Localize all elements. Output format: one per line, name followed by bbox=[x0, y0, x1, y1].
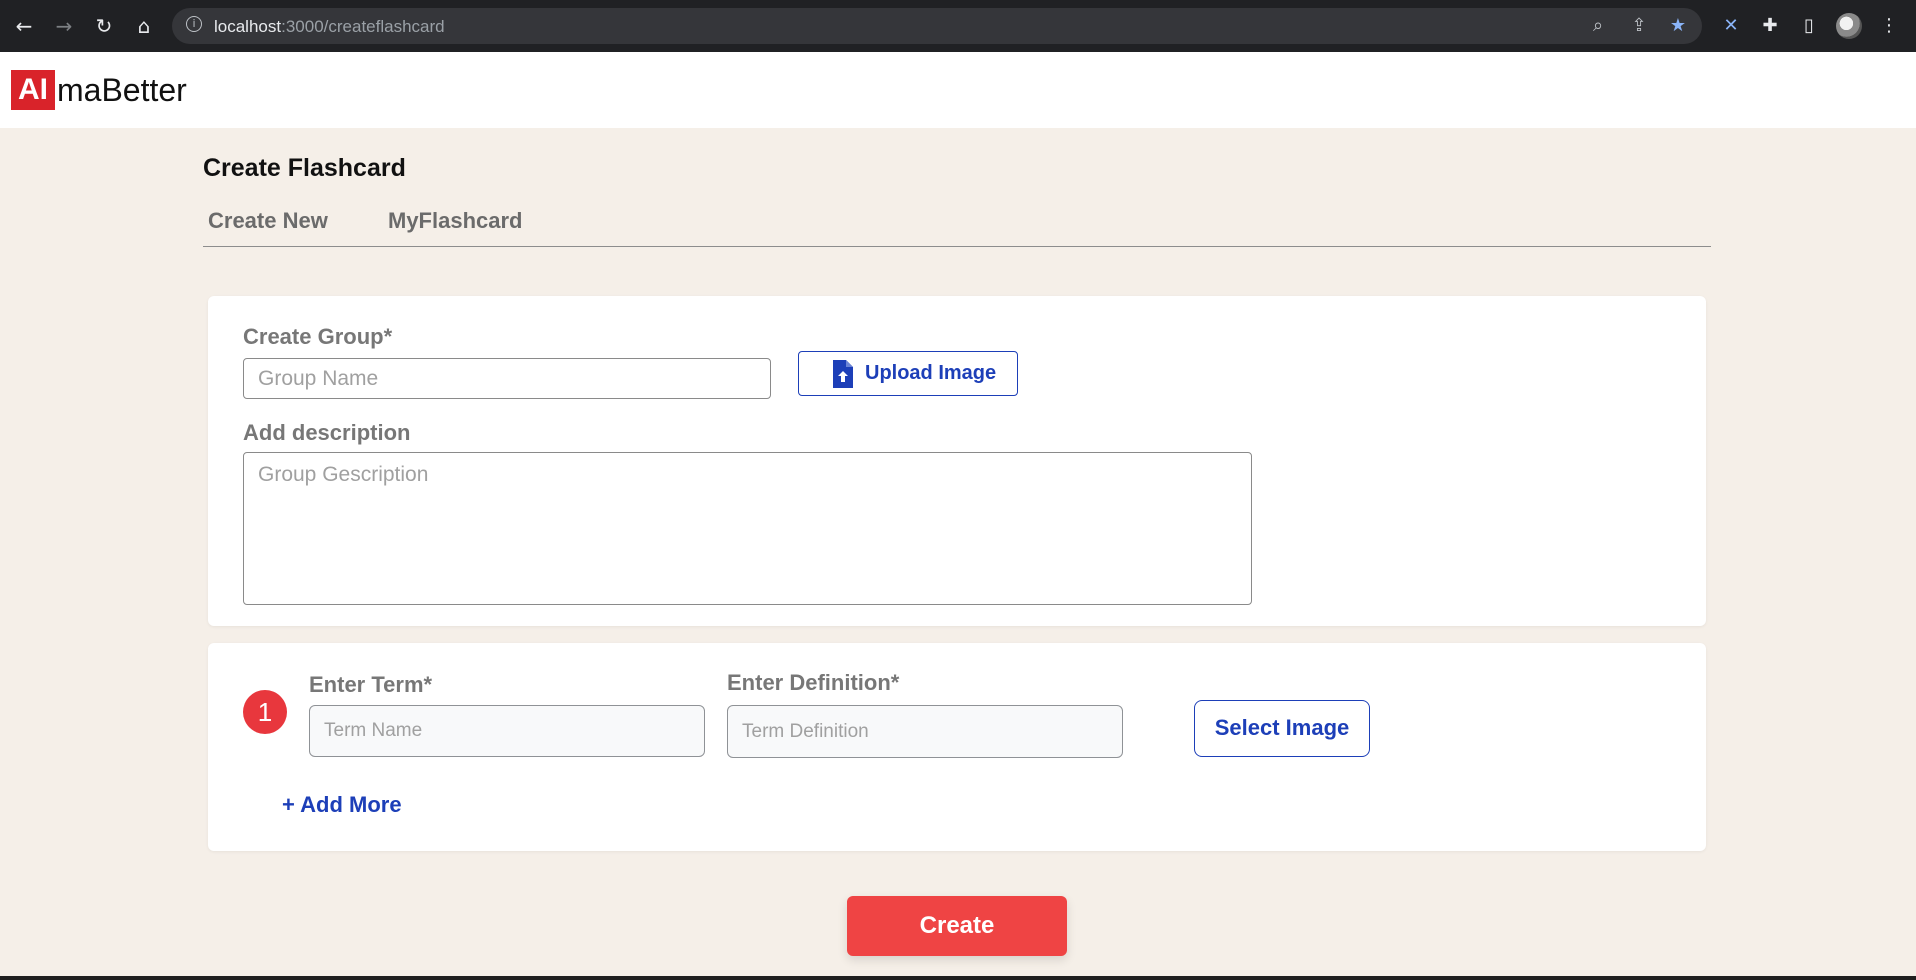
reload-icon[interactable]: ↻ bbox=[91, 13, 117, 39]
create-button[interactable]: Create bbox=[847, 896, 1067, 956]
term-name-input[interactable] bbox=[309, 705, 705, 757]
add-more-button[interactable]: + Add More bbox=[282, 792, 402, 818]
upload-image-button[interactable]: Upload Image bbox=[798, 351, 1018, 396]
group-label: Create Group* bbox=[243, 324, 393, 349]
zoom-icon[interactable]: ⌕ bbox=[1586, 14, 1610, 38]
bottom-edge bbox=[0, 976, 1916, 980]
browser-toolbar: ← → ↻ ⌂ i localhost:3000/createflashcard… bbox=[0, 0, 1916, 52]
back-arrow-icon[interactable]: ← bbox=[11, 13, 37, 39]
term-index-badge: 1 bbox=[243, 690, 287, 734]
share-icon[interactable]: ⇪ bbox=[1627, 14, 1651, 38]
term-definition-input[interactable] bbox=[727, 705, 1123, 758]
logo-mark[interactable]: AI bbox=[11, 70, 55, 110]
side-panel-icon[interactable]: ▯ bbox=[1796, 13, 1822, 39]
definition-label: Enter Definition* bbox=[727, 670, 900, 695]
select-image-button[interactable]: Select Image bbox=[1194, 700, 1370, 757]
upload-image-label: Upload Image bbox=[865, 362, 997, 384]
home-icon[interactable]: ⌂ bbox=[131, 13, 157, 39]
puzzle-icon[interactable]: ✚ bbox=[1757, 13, 1783, 39]
group-name-input[interactable] bbox=[243, 358, 771, 399]
menu-kebab-icon[interactable]: ⋮ bbox=[1876, 13, 1902, 39]
forward-arrow-icon[interactable]: → bbox=[51, 13, 77, 39]
logo-text[interactable]: maBetter bbox=[57, 71, 187, 109]
info-icon[interactable]: i bbox=[186, 16, 202, 32]
extension-icon[interactable]: ✕ bbox=[1718, 13, 1744, 39]
page-title: Create Flashcard bbox=[203, 154, 406, 182]
group-description-input[interactable] bbox=[243, 452, 1252, 605]
address-bar[interactable]: i localhost:3000/createflashcard ⌕ ⇪ ★ bbox=[172, 8, 1702, 44]
profile-avatar[interactable] bbox=[1836, 13, 1862, 39]
tab-myflashcard[interactable]: MyFlashcard bbox=[388, 208, 523, 234]
tab-create-new[interactable]: Create New bbox=[208, 208, 328, 234]
app-header: AI maBetter bbox=[0, 52, 1916, 128]
term-label: Enter Term* bbox=[309, 672, 433, 697]
tab-divider bbox=[203, 246, 1711, 247]
file-upload-icon bbox=[833, 360, 853, 388]
bookmark-star-icon[interactable]: ★ bbox=[1666, 14, 1690, 38]
description-label: Add description bbox=[243, 420, 411, 445]
url-text[interactable]: localhost:3000/createflashcard bbox=[214, 17, 445, 37]
